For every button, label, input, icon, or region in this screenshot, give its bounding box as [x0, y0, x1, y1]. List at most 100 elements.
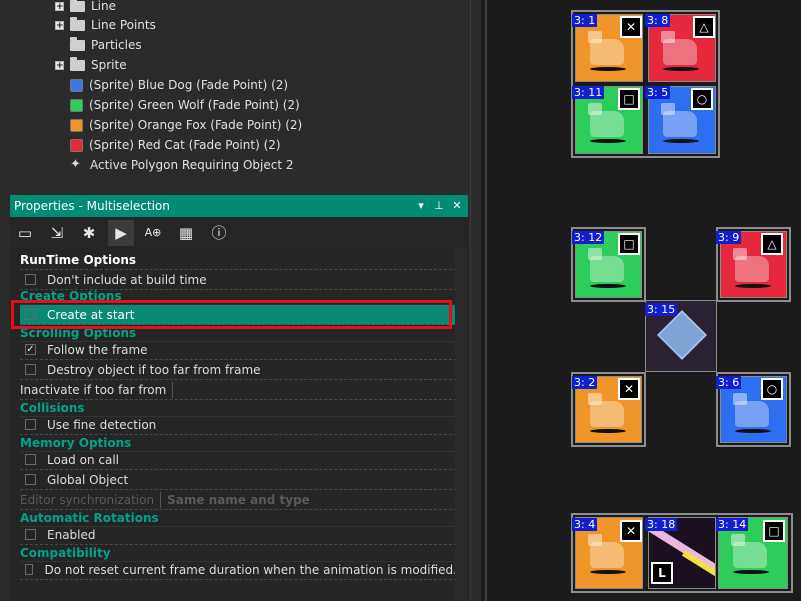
panel-menu-icon[interactable]: ▾: [413, 195, 429, 217]
left-pane: + Line + Line Points Particles + Sprite …: [0, 0, 470, 601]
load-on-call-checkbox[interactable]: [25, 454, 36, 465]
runtime-icon[interactable]: ▶: [108, 220, 134, 246]
destroy-far-row[interactable]: Destroy object if too far from frame: [20, 360, 457, 380]
follow-frame-label: Follow the frame: [47, 342, 148, 357]
tree-item-particles[interactable]: Particles: [70, 35, 142, 55]
destroy-far-checkbox[interactable]: [25, 364, 36, 375]
heading-label: RunTime Options: [20, 252, 137, 267]
sprite-shadow: [590, 284, 626, 288]
tree-item-label: Line: [91, 0, 117, 13]
circle-badge-icon: ○: [691, 88, 713, 110]
sprite-icon: [70, 98, 83, 112]
dont-include-checkbox[interactable]: [25, 274, 36, 285]
l-badge-icon: L: [651, 562, 673, 584]
cat-sprite: [733, 248, 769, 282]
tree-item-label: (Sprite) Orange Fox (Fade Point) (2): [89, 118, 303, 132]
move-icon[interactable]: ⇲: [44, 220, 70, 246]
folder-icon: [70, 0, 85, 12]
dog-sprite: [661, 103, 697, 137]
properties-titlebar: Properties - Multiselection ▾ ⊥ ✕: [10, 195, 468, 217]
actor-icon[interactable]: ✱: [76, 220, 102, 246]
folder-icon: [70, 36, 85, 51]
close-icon[interactable]: ✕: [449, 195, 465, 217]
square-badge-icon: □: [763, 520, 785, 542]
cross-badge-icon: ✕: [620, 16, 642, 38]
dog-sprite: [733, 393, 769, 427]
inactivate-far-row[interactable]: Inactivate if too far from: [20, 380, 457, 400]
editor-sync-row: Editor synchronization Same name and typ…: [20, 490, 457, 510]
fine-detection-row[interactable]: Use fine detection: [20, 415, 457, 435]
sprite-shadow: [590, 429, 626, 433]
text-icon[interactable]: A⊕: [140, 220, 166, 246]
expand-icon[interactable]: +: [55, 1, 64, 11]
fine-detection-checkbox[interactable]: [25, 419, 36, 430]
properties-scrollbar[interactable]: [455, 247, 467, 601]
column-divider: [160, 491, 162, 508]
info-icon[interactable]: ⓘ: [206, 220, 232, 246]
sprite-icon: [70, 78, 83, 92]
destroy-far-label: Destroy object if too far from frame: [47, 362, 261, 377]
dont-reset-checkbox[interactable]: [25, 564, 34, 575]
object-id-label: 3: 12: [572, 231, 605, 244]
triangle-badge-icon: △: [761, 233, 783, 255]
load-on-call-row[interactable]: Load on call: [20, 450, 457, 470]
grid-icon[interactable]: ▦: [173, 220, 199, 246]
object-id-label: 3: 1: [572, 14, 598, 27]
object-id-label: 3: 14: [716, 518, 749, 531]
dont-include-label: Don't include at build time: [47, 272, 207, 287]
cat-sprite: [661, 31, 697, 65]
tree-item-label: Particles: [91, 38, 142, 52]
tree-item-sprite[interactable]: + Sprite: [55, 55, 127, 75]
tree-item-green-wolf[interactable]: (Sprite) Green Wolf (Fade Point) (2): [70, 95, 300, 115]
sprite-shadow: [663, 67, 699, 71]
square-badge-icon: □: [618, 88, 640, 110]
inactivate-far-label: Inactivate if too far from: [20, 382, 167, 397]
sprite-icon: [70, 138, 83, 152]
section-label: Memory Options: [20, 436, 132, 450]
tree-item-orange-fox[interactable]: (Sprite) Orange Fox (Fade Point) (2): [70, 115, 302, 135]
dont-reset-label: Do not reset current frame duration when…: [44, 562, 457, 577]
sprite-icon: [70, 118, 83, 132]
follow-frame-checkbox[interactable]: ✓: [25, 344, 36, 355]
sprite-shadow: [663, 139, 699, 143]
expand-icon[interactable]: +: [55, 20, 64, 30]
object-id-label: 3: 15: [645, 303, 678, 316]
pin-icon[interactable]: ⊥: [431, 195, 447, 217]
tree-item-label: (Sprite) Green Wolf (Fade Point) (2): [89, 98, 300, 112]
editor-sync-value: Same name and type: [167, 492, 310, 507]
runtime-options-heading: RunTime Options: [20, 250, 457, 270]
object-id-label: 3: 18: [645, 518, 678, 531]
enabled-checkbox[interactable]: [25, 529, 36, 540]
tree-item-line[interactable]: + Line: [55, 0, 116, 16]
global-object-row[interactable]: Global Object: [20, 470, 457, 490]
section-label: Collisions: [20, 401, 85, 415]
wolf-sprite: [731, 534, 767, 568]
tree-item-active-polygon[interactable]: ✦ Active Polygon Requiring Object 2: [70, 155, 293, 175]
object-id-label: 3: 5: [645, 86, 671, 99]
tree-item-line-points[interactable]: + Line Points: [55, 15, 156, 35]
sprite-shadow: [590, 139, 626, 143]
tree-item-blue-dog[interactable]: (Sprite) Blue Dog (Fade Point) (2): [70, 75, 288, 95]
expand-icon[interactable]: +: [55, 60, 64, 70]
follow-frame-row[interactable]: ✓ Follow the frame: [20, 340, 457, 360]
cross-badge-icon: ✕: [618, 378, 640, 400]
tree-item-label: Sprite: [91, 58, 127, 72]
display-icon[interactable]: ▭: [12, 220, 38, 246]
section-label: Automatic Rotations: [20, 511, 159, 525]
tree-item-red-cat[interactable]: (Sprite) Red Cat (Fade Point) (2): [70, 135, 281, 155]
editor-sync-label: Editor synchronization: [20, 492, 155, 507]
object-id-label: 3: 11: [572, 86, 605, 99]
object-id-label: 3: 2: [572, 376, 598, 389]
cross-badge-icon: ✕: [620, 520, 642, 542]
tree-item-label: Line Points: [91, 18, 156, 32]
folder-icon: [70, 56, 85, 71]
dont-include-row[interactable]: Don't include at build time: [20, 270, 457, 290]
dont-reset-row[interactable]: Do not reset current frame duration when…: [20, 560, 457, 580]
column-divider: [172, 381, 174, 398]
splitter[interactable]: [470, 0, 481, 601]
tree-item-label: (Sprite) Blue Dog (Fade Point) (2): [89, 78, 289, 92]
enabled-row[interactable]: Enabled: [20, 525, 457, 545]
sprite-shadow: [735, 284, 771, 288]
global-object-checkbox[interactable]: [25, 474, 36, 485]
square-badge-icon: □: [618, 233, 640, 255]
